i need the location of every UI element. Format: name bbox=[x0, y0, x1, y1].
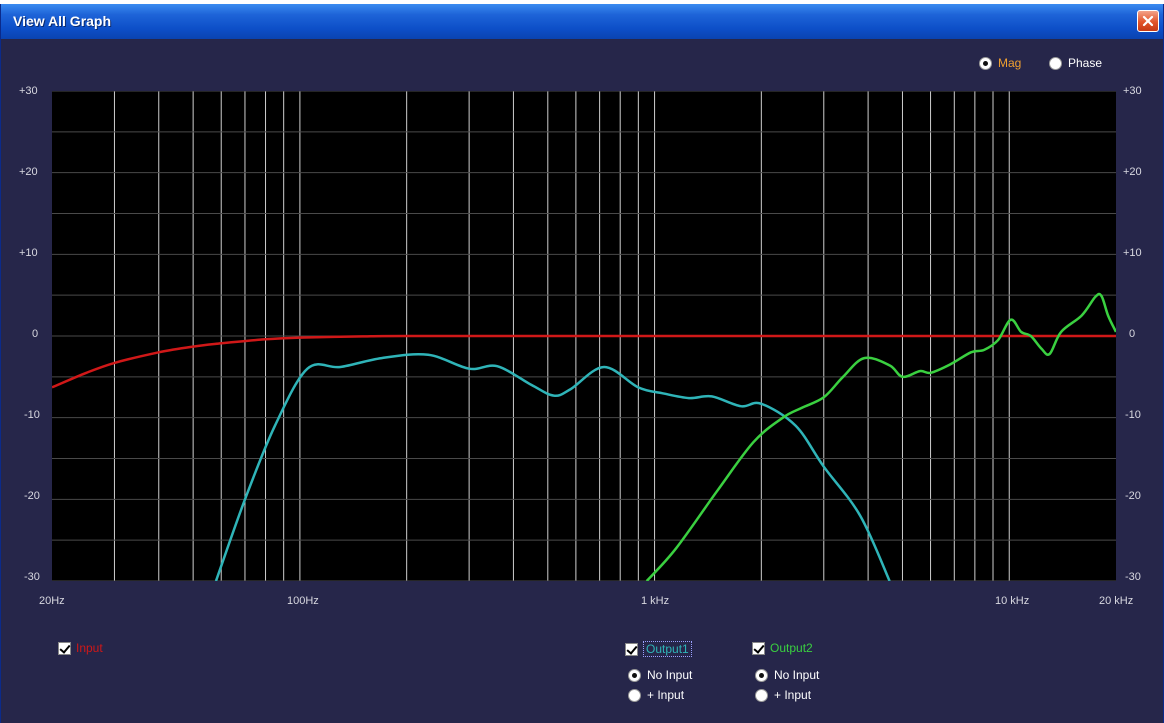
output2-toggle[interactable]: Output2 bbox=[752, 641, 813, 655]
output1-checkbox[interactable] bbox=[625, 642, 638, 656]
mag-radio-dot[interactable] bbox=[979, 56, 992, 70]
output2-label: Output2 bbox=[770, 641, 813, 655]
y-tick-right-plus10: +10 bbox=[1123, 247, 1142, 259]
frequency-response-plot[interactable] bbox=[52, 91, 1116, 581]
output2-plus-input-radio[interactable]: + Input bbox=[755, 688, 811, 702]
output1-no-input-radio[interactable]: No Input bbox=[628, 668, 692, 682]
phase-radio[interactable]: Phase bbox=[1049, 56, 1102, 70]
window-title: View All Graph bbox=[13, 13, 112, 29]
x-tick-20khz: 20 kHz bbox=[1099, 595, 1134, 607]
output1-toggle[interactable]: Output1 bbox=[625, 641, 692, 657]
close-button[interactable] bbox=[1137, 10, 1159, 32]
mag-label: Mag bbox=[998, 56, 1022, 70]
input-label: Input bbox=[76, 641, 103, 655]
y-tick-right-plus30: +30 bbox=[1123, 85, 1142, 97]
view-all-graph-window: View All Graph Mag Phase +30 +20 +10 0 -… bbox=[0, 4, 1164, 723]
close-icon bbox=[1142, 15, 1154, 27]
input-toggle[interactable]: Input bbox=[58, 641, 103, 655]
output2-no-input-radio[interactable]: No Input bbox=[755, 668, 819, 682]
title-bar[interactable]: View All Graph bbox=[1, 4, 1163, 39]
x-tick-100hz: 100Hz bbox=[287, 595, 319, 607]
y-tick-left-minus30: -30 bbox=[24, 571, 40, 583]
y-tick-left-0: 0 bbox=[32, 328, 39, 340]
y-tick-right-plus20: +20 bbox=[1123, 166, 1142, 178]
y-tick-left-plus10: +10 bbox=[19, 247, 38, 259]
output1-label: Output1 bbox=[643, 641, 692, 657]
x-tick-20hz: 20Hz bbox=[39, 595, 65, 607]
input-checkbox[interactable] bbox=[58, 641, 71, 655]
output2-checkbox[interactable] bbox=[752, 641, 765, 655]
output2-plus-input-dot[interactable] bbox=[755, 688, 768, 702]
y-tick-right-minus30: -30 bbox=[1125, 571, 1141, 583]
output1-plus-input-dot[interactable] bbox=[628, 688, 641, 702]
phase-radio-dot[interactable] bbox=[1049, 56, 1062, 70]
y-tick-left-minus10: -10 bbox=[24, 409, 40, 421]
y-tick-right-minus20: -20 bbox=[1125, 490, 1141, 502]
output2-no-input-label: No Input bbox=[774, 668, 820, 682]
y-tick-right-minus10: -10 bbox=[1125, 409, 1141, 421]
output2-plus-input-label: + Input bbox=[774, 688, 812, 702]
output1-plus-input-radio[interactable]: + Input bbox=[628, 688, 684, 702]
y-tick-right-0: 0 bbox=[1129, 328, 1136, 340]
output1-plus-input-label: + Input bbox=[647, 688, 685, 702]
y-tick-left-minus20: -20 bbox=[24, 490, 40, 502]
x-tick-1khz: 1 kHz bbox=[641, 595, 670, 607]
output2-no-input-dot[interactable] bbox=[755, 668, 768, 682]
output1-no-input-label: No Input bbox=[647, 668, 693, 682]
phase-label: Phase bbox=[1068, 56, 1103, 70]
mag-radio[interactable]: Mag bbox=[979, 56, 1021, 70]
output1-no-input-dot[interactable] bbox=[628, 668, 641, 682]
x-tick-10khz: 10 kHz bbox=[995, 595, 1030, 607]
y-tick-left-plus30: +30 bbox=[19, 85, 38, 97]
y-tick-left-plus20: +20 bbox=[19, 166, 38, 178]
